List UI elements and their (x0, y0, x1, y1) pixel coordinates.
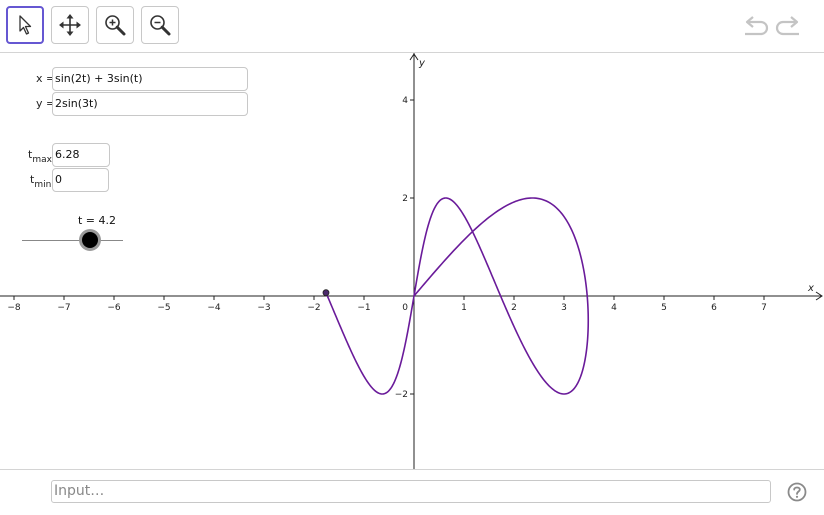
y-tick-label: 2 (402, 194, 408, 204)
x-tick-label: 2 (511, 303, 517, 313)
algebra-input-field[interactable]: Input… (51, 480, 771, 503)
x-tick-label: −2 (307, 303, 320, 313)
graphics-view[interactable]: x y −8 −7 −6 −5 −4 −3 −2 −1 0 1 2 3 4 5 6 7 4 2 −2 x = sin(2… (0, 53, 824, 469)
x-tick-label: 1 (461, 303, 467, 313)
x-tick-label: 0 (402, 303, 408, 313)
redo-icon (775, 16, 799, 36)
x-tick-label: −3 (257, 303, 270, 313)
x-equation-input[interactable]: sin(2t) + 3sin(t) (52, 67, 248, 91)
zoom-in-icon (105, 15, 126, 36)
undo-icon (745, 16, 769, 36)
help-button[interactable] (787, 482, 807, 502)
tmin-input[interactable]: 0 (52, 168, 109, 192)
zoom-out-icon (150, 15, 171, 36)
slider-track[interactable] (22, 240, 123, 241)
help-icon (787, 482, 807, 502)
x-axis-label: x (807, 283, 814, 294)
x-tick-label: −6 (107, 303, 121, 313)
y-tick-label: 4 (402, 96, 408, 106)
y-equation-input[interactable]: 2sin(3t) (52, 92, 248, 116)
x-tick-label: 5 (661, 303, 667, 313)
toolbar (0, 0, 824, 53)
tmax-label: tmax (28, 148, 52, 165)
x-tick-label: 4 (611, 303, 617, 313)
input-bar: Input… (0, 469, 824, 515)
move-tool-button[interactable] (6, 6, 44, 44)
move-graphics-view-button[interactable] (51, 6, 89, 44)
y-axis-label: y (418, 58, 426, 69)
tmin-label: tmin (30, 173, 52, 190)
x-tick-label: 7 (761, 303, 767, 313)
zoom-out-button[interactable] (141, 6, 179, 44)
slider-knob[interactable] (81, 232, 98, 248)
zoom-in-button[interactable] (96, 6, 134, 44)
curve-endpoint (322, 289, 330, 297)
tmax-input[interactable]: 6.28 (52, 143, 110, 167)
slider-label: t = 4.2 (78, 214, 117, 227)
arrow-pointer-icon (19, 15, 32, 35)
x-tick-label: −7 (57, 303, 70, 313)
x-tick-label: −8 (7, 303, 21, 313)
x-tick-label: −4 (207, 303, 221, 313)
x-tick-label: 6 (711, 303, 717, 313)
undo-button[interactable] (737, 10, 771, 44)
move-arrows-icon (59, 14, 81, 36)
x-tick-label: 3 (561, 303, 567, 313)
y-tick-label: −2 (395, 390, 408, 400)
x-tick-label: −1 (357, 303, 370, 313)
x-tick-label: −5 (157, 303, 170, 313)
redo-button[interactable] (773, 10, 807, 44)
